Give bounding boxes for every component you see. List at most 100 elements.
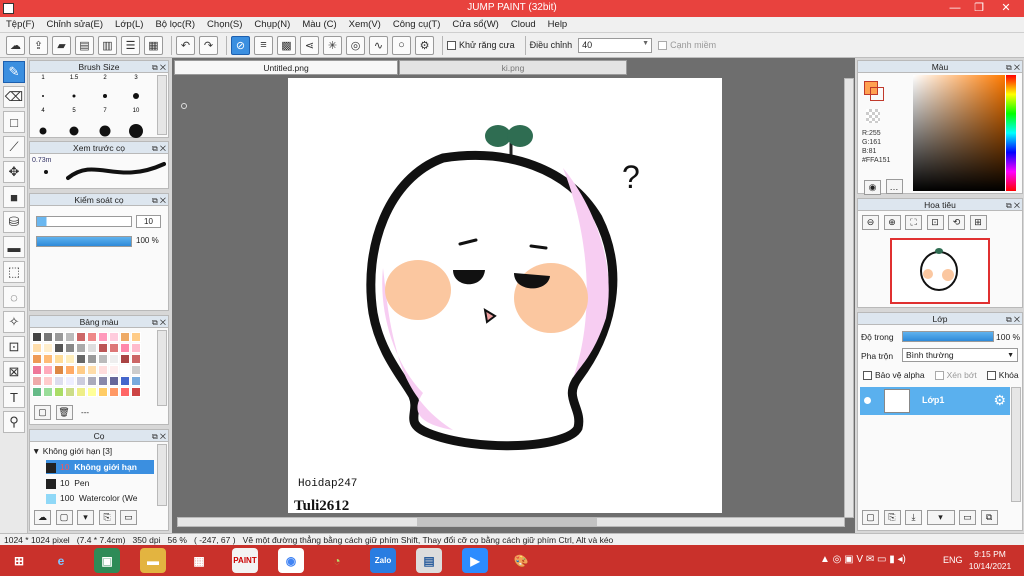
folder-icon[interactable]: ▭ [959, 510, 977, 525]
eyedropper-tool-icon[interactable]: ⚲ [3, 411, 25, 433]
color-swatch[interactable] [109, 376, 119, 386]
new-layer-icon[interactable]: ▢ [862, 510, 879, 525]
menu-tools[interactable]: Công cụ(T) [393, 19, 441, 30]
brush-menu-icon[interactable]: ▾ [77, 510, 95, 525]
color-swatch[interactable] [32, 332, 42, 342]
export-icon[interactable]: ⇪ [29, 35, 48, 55]
color-swatch[interactable] [43, 343, 53, 353]
color-swatch[interactable] [109, 387, 119, 397]
scrollbar[interactable] [157, 75, 167, 135]
flip-icon[interactable]: ⊞ [969, 215, 987, 230]
gear-icon[interactable]: ⚙ [993, 392, 1006, 409]
internet-explorer-icon[interactable]: e [48, 548, 74, 573]
gradient-tool-icon[interactable]: ▬ [3, 236, 25, 258]
color-swatch[interactable] [65, 343, 75, 353]
color-swatch[interactable] [87, 343, 97, 353]
lock-checkbox[interactable] [986, 370, 996, 380]
color-swatch[interactable] [87, 354, 97, 364]
jump-paint-icon[interactable]: PAINT [232, 548, 258, 573]
grid-ruler-icon[interactable]: ▩ [277, 35, 296, 55]
color-swatch[interactable] [65, 354, 75, 364]
blend-select[interactable]: Bình thường ▼ [902, 348, 1018, 362]
color-swatch[interactable] [32, 365, 42, 375]
brush-size-grid[interactable]: 1 1.5 2 3 4 5 7 10 [32, 74, 157, 138]
color-swatch[interactable] [98, 354, 108, 364]
color-swatch[interactable] [120, 376, 130, 386]
move-tool-icon[interactable]: ✥ [3, 161, 25, 183]
color-swatch[interactable] [98, 332, 108, 342]
palette-icon[interactable]: ◉ [864, 179, 881, 195]
close-icon[interactable]: ⧉ ✕ [152, 62, 166, 74]
color-swatch[interactable] [54, 376, 64, 386]
eye-icon[interactable] [864, 397, 871, 404]
magic-wand-tool-icon[interactable]: ✧ [3, 311, 25, 333]
color-swatch[interactable] [87, 376, 97, 386]
brush-item-selected[interactable]: 10 Không giới hạn [46, 460, 154, 474]
color-swatch[interactable] [76, 387, 86, 397]
close-icon[interactable]: ⧉ ✕ [1006, 200, 1020, 212]
color-swatch[interactable] [120, 332, 130, 342]
copy-brush-icon[interactable]: ⎘ [98, 510, 116, 525]
color-swatch[interactable] [109, 332, 119, 342]
select-eraser-tool-icon[interactable]: ⊠ [3, 361, 25, 383]
color-swatch[interactable] [131, 387, 141, 397]
maximize-button[interactable]: ❐ [966, 0, 992, 17]
windows-start-icon[interactable]: ⊞ [6, 548, 32, 573]
color-swatch[interactable] [43, 332, 53, 342]
color-swatch[interactable] [32, 376, 42, 386]
color-swatch[interactable] [120, 365, 130, 375]
color-swatch[interactable] [87, 387, 97, 397]
store-icon[interactable]: ▣ [94, 548, 120, 573]
menu-edit[interactable]: Chỉnh sửa(E) [47, 19, 104, 30]
color-swatch[interactable] [43, 387, 53, 397]
background-color[interactable] [870, 87, 884, 101]
opacity-slider[interactable] [36, 236, 132, 247]
grid-icon[interactable]: ▦ [144, 35, 163, 55]
file-explorer-icon[interactable]: ▬ [140, 548, 166, 573]
color-swatch[interactable] [76, 365, 86, 375]
menu-window[interactable]: Cửa sổ(W) [452, 19, 498, 30]
color-swatch[interactable] [131, 365, 141, 375]
new-swatch-icon[interactable]: ▢ [34, 405, 51, 420]
color-swatch[interactable] [54, 365, 64, 375]
brush-item[interactable]: 10 Pen [46, 476, 154, 490]
color-swatch[interactable] [109, 354, 119, 364]
ellipse-icon[interactable]: ○ [392, 35, 411, 55]
select-pen-tool-icon[interactable]: ⊡ [3, 336, 25, 358]
list-icon[interactable]: ☰ [121, 35, 140, 55]
menu-select[interactable]: Chọn(S) [207, 19, 242, 30]
color-swatch[interactable] [65, 376, 75, 386]
color-swatch[interactable] [98, 343, 108, 353]
color-swatch[interactable] [43, 376, 53, 386]
menu-file[interactable]: Tệp(F) [6, 19, 35, 30]
scrollbar[interactable] [157, 330, 167, 406]
antialias-checkbox[interactable] [447, 40, 456, 50]
brush-tool-icon[interactable]: ✎ [3, 61, 25, 83]
color-swatch[interactable] [43, 354, 53, 364]
undo-icon[interactable]: ↶ [176, 35, 195, 55]
rectangle-tool-icon[interactable]: □ [3, 111, 25, 133]
new-brush-icon[interactable]: ▢ [55, 510, 73, 525]
color-swatch[interactable] [98, 376, 108, 386]
edge-checkbox[interactable] [658, 40, 668, 50]
color-menu-icon[interactable]: … [885, 179, 903, 194]
fit-icon[interactable]: ⛶ [905, 215, 923, 230]
color-swatch[interactable] [65, 387, 75, 397]
document-icon[interactable]: ▥ [98, 35, 117, 55]
color-swatch[interactable] [65, 365, 75, 375]
color-swatch[interactable] [120, 343, 130, 353]
chat-icon[interactable]: ▰ [52, 35, 71, 55]
parallel-ruler-icon[interactable]: ≡ [254, 35, 273, 55]
clip-checkbox[interactable] [934, 370, 944, 380]
scrollbar[interactable] [157, 444, 167, 506]
settings-app-icon[interactable]: ▤ [416, 548, 442, 573]
color-swatch[interactable] [131, 376, 141, 386]
redo-icon[interactable]: ↷ [199, 35, 218, 55]
color-swatch[interactable] [32, 343, 42, 353]
coc-coc-icon[interactable]: ◔ [324, 548, 350, 573]
radial-icon[interactable]: ✳ [323, 35, 342, 55]
minimize-button[interactable]: — [942, 0, 968, 17]
color-swatch[interactable] [109, 365, 119, 375]
color-swatch[interactable] [54, 332, 64, 342]
color-swatch[interactable] [98, 365, 108, 375]
